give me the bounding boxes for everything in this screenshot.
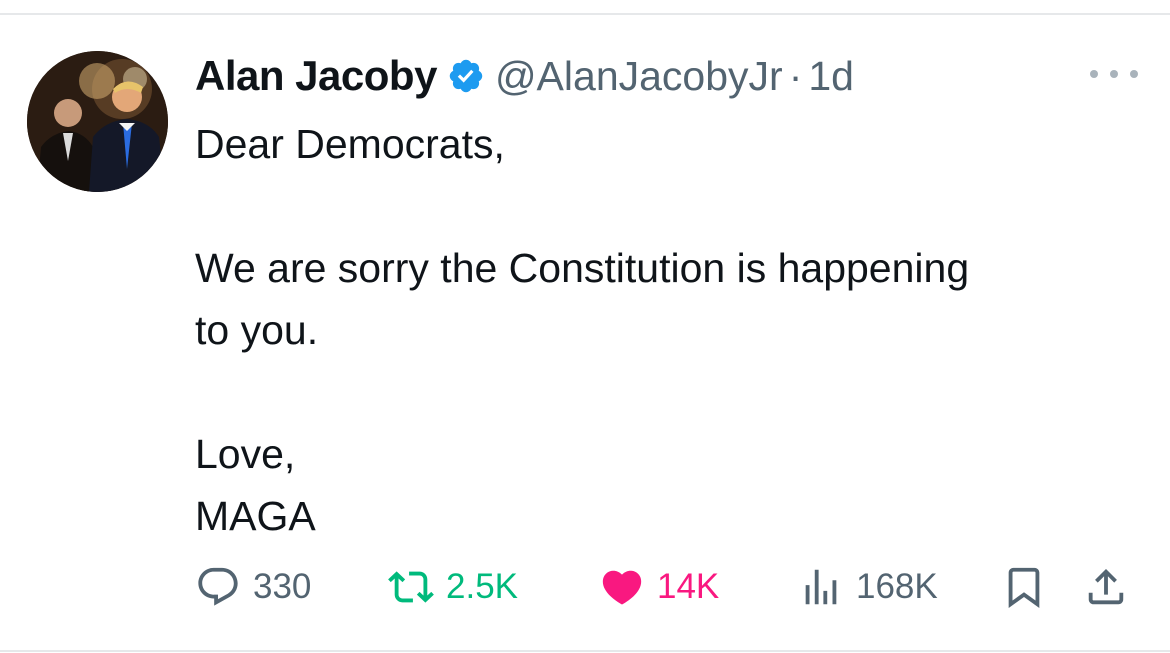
tweet-line: Love, xyxy=(195,431,296,477)
more-dot xyxy=(1130,70,1138,78)
like-button[interactable]: 14K xyxy=(599,561,719,613)
tweet-line: Dear Democrats, xyxy=(195,121,505,167)
verified-badge-icon xyxy=(447,57,485,95)
more-dot xyxy=(1110,70,1118,78)
views-count: 168K xyxy=(856,567,938,606)
action-bar: 330 2.5K 14K 168K xyxy=(195,561,1140,613)
heart-icon xyxy=(602,570,642,605)
author-handle[interactable]: @AlanJacobyJr xyxy=(495,53,783,100)
tweet-line: to you. xyxy=(195,307,319,353)
share-button[interactable] xyxy=(1083,561,1129,613)
tweet-line: MAGA xyxy=(195,493,316,539)
views-button[interactable]: 168K xyxy=(798,561,938,613)
author-display-name[interactable]: Alan Jacoby xyxy=(195,52,437,100)
bookmark-button[interactable] xyxy=(1001,561,1047,613)
top-divider xyxy=(0,13,1170,15)
share-icon xyxy=(1088,568,1124,605)
reply-button[interactable]: 330 xyxy=(195,561,311,613)
bookmark-icon xyxy=(1008,567,1040,608)
separator-dot: · xyxy=(788,52,803,99)
repost-icon xyxy=(388,571,434,603)
more-options-icon[interactable] xyxy=(1090,62,1138,86)
tweet-text: Dear Democrats, We are sorry the Constit… xyxy=(195,113,1145,547)
post-time[interactable]: 1d xyxy=(808,53,854,100)
like-count: 14K xyxy=(657,567,720,606)
tweet-line: We are sorry the Constitution is happeni… xyxy=(195,245,970,291)
repost-count: 2.5K xyxy=(446,567,518,606)
bottom-divider xyxy=(0,650,1170,652)
views-icon xyxy=(805,569,837,605)
more-dot xyxy=(1090,70,1098,78)
reply-count: 330 xyxy=(253,567,312,606)
avatar[interactable] xyxy=(27,51,168,192)
tweet-header: Alan Jacoby @AlanJacobyJr · 1d xyxy=(195,48,854,104)
reply-icon xyxy=(198,567,238,606)
repost-button[interactable]: 2.5K xyxy=(388,561,518,613)
